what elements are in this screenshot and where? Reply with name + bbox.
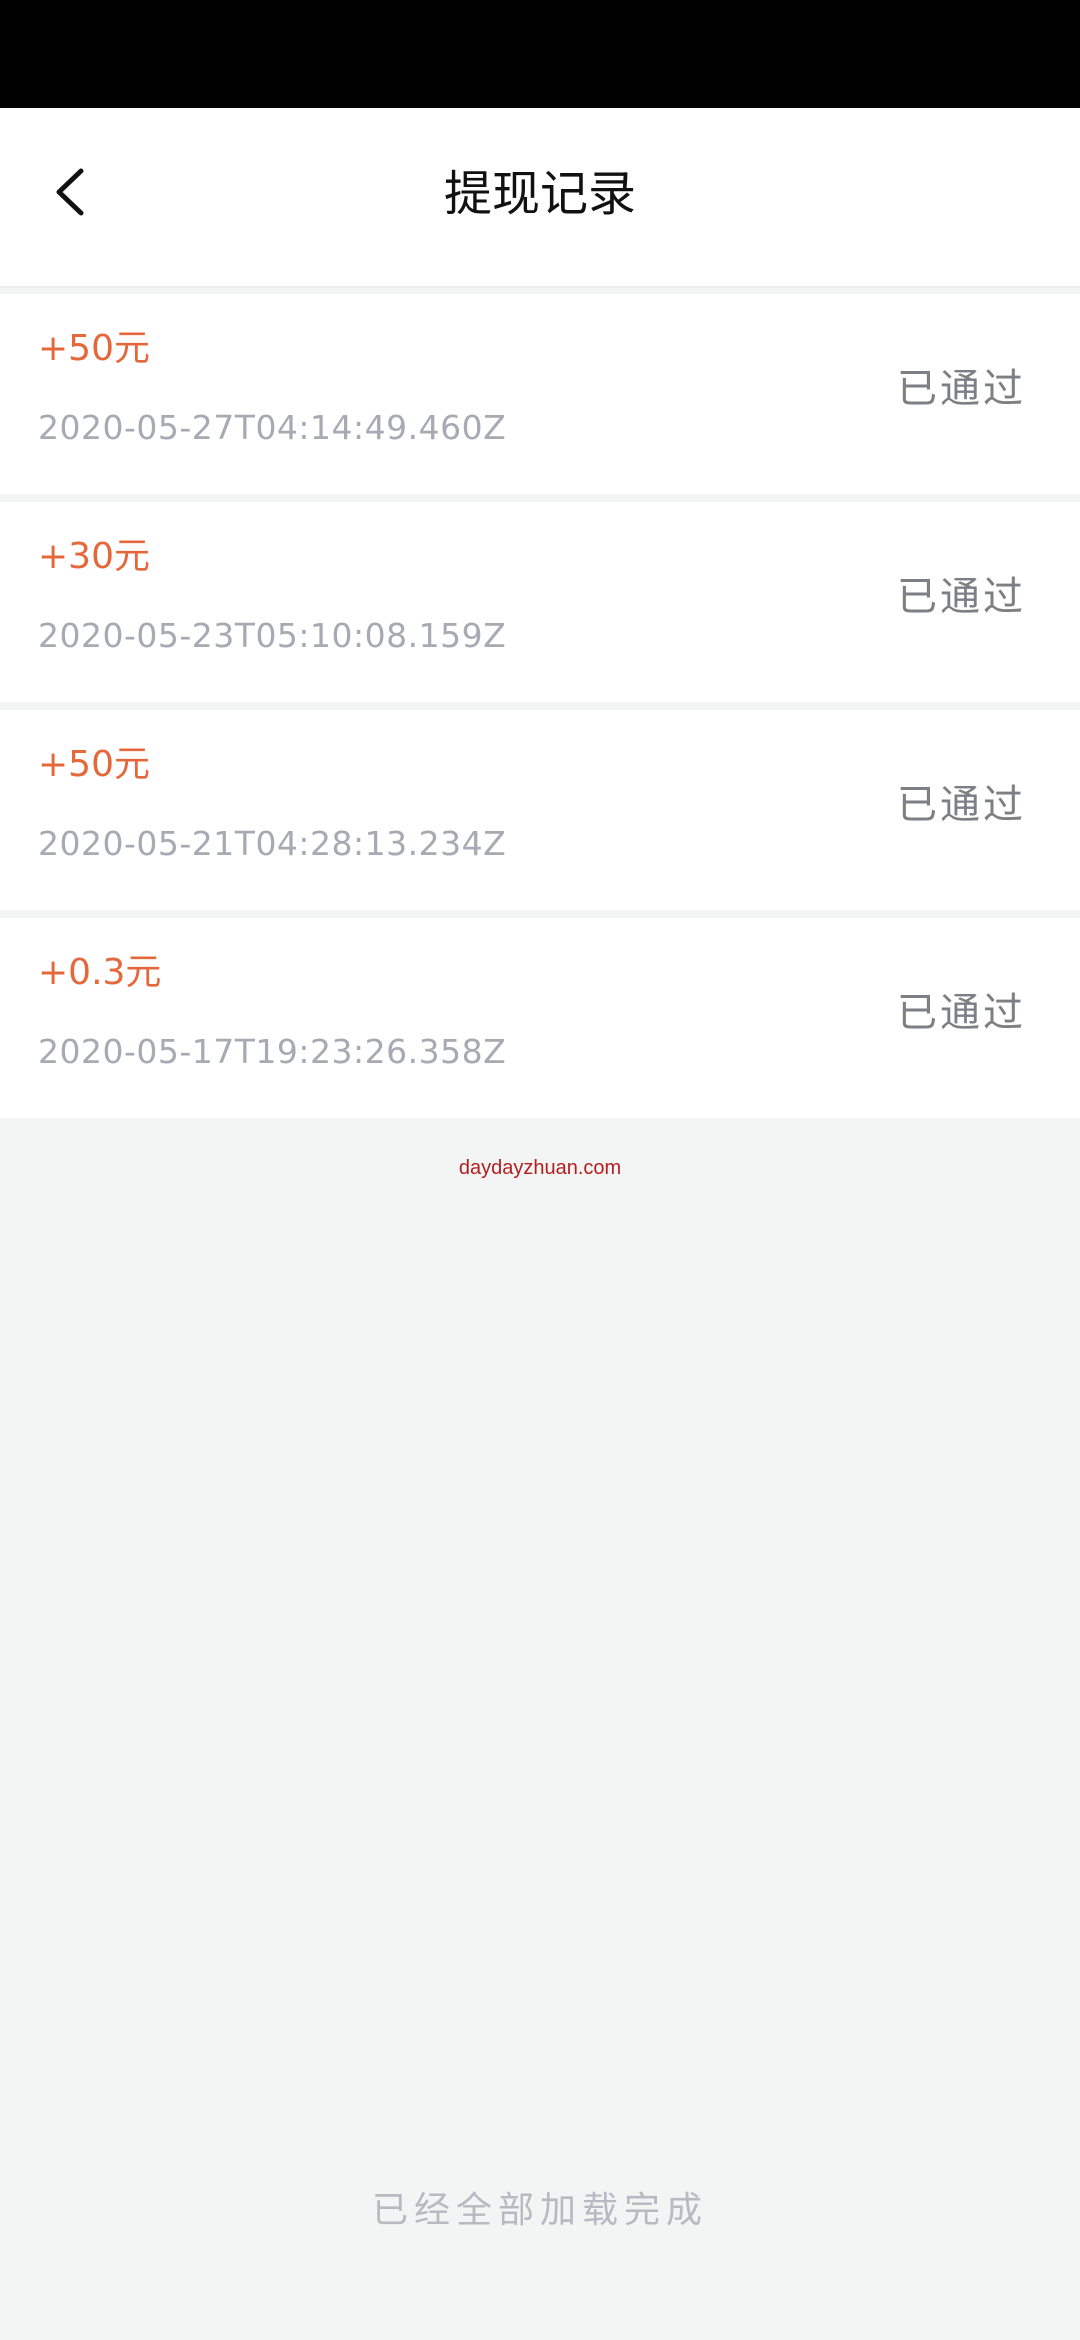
watermark-text: daydayzhuan.com — [458, 1157, 622, 1179]
record-amount: +30元 — [38, 536, 150, 577]
record-status: 已通过 — [897, 366, 1026, 412]
list-item[interactable]: +0.3元 2020-05-17T19:23:26.358Z 已通过 — [0, 918, 1080, 1118]
withdrawal-record-list: +50元 2020-05-27T04:14:49.460Z 已通过 +30元 2… — [0, 294, 1080, 1126]
record-status: 已通过 — [897, 990, 1026, 1036]
record-status: 已通过 — [897, 782, 1026, 828]
record-time: 2020-05-17T19:23:26.358Z — [38, 1032, 507, 1071]
record-amount: +0.3元 — [38, 952, 162, 993]
record-time: 2020-05-21T04:28:13.234Z — [38, 824, 507, 863]
record-time: 2020-05-27T04:14:49.460Z — [38, 408, 507, 447]
record-amount: +50元 — [38, 744, 150, 785]
record-status: 已通过 — [897, 574, 1026, 620]
list-item[interactable]: +30元 2020-05-23T05:10:08.159Z 已通过 — [0, 502, 1080, 702]
list-item[interactable]: +50元 2020-05-27T04:14:49.460Z 已通过 — [0, 294, 1080, 494]
list-item[interactable]: +50元 2020-05-21T04:28:13.234Z 已通过 — [0, 710, 1080, 910]
load-complete-text: 已经全部加载完成 — [371, 2190, 708, 2231]
record-time: 2020-05-23T05:10:08.159Z — [38, 616, 507, 655]
status-bar — [0, 0, 1080, 108]
header: 提现记录 — [0, 108, 1080, 286]
record-amount: +50元 — [38, 328, 150, 369]
page-title: 提现记录 — [443, 166, 636, 222]
